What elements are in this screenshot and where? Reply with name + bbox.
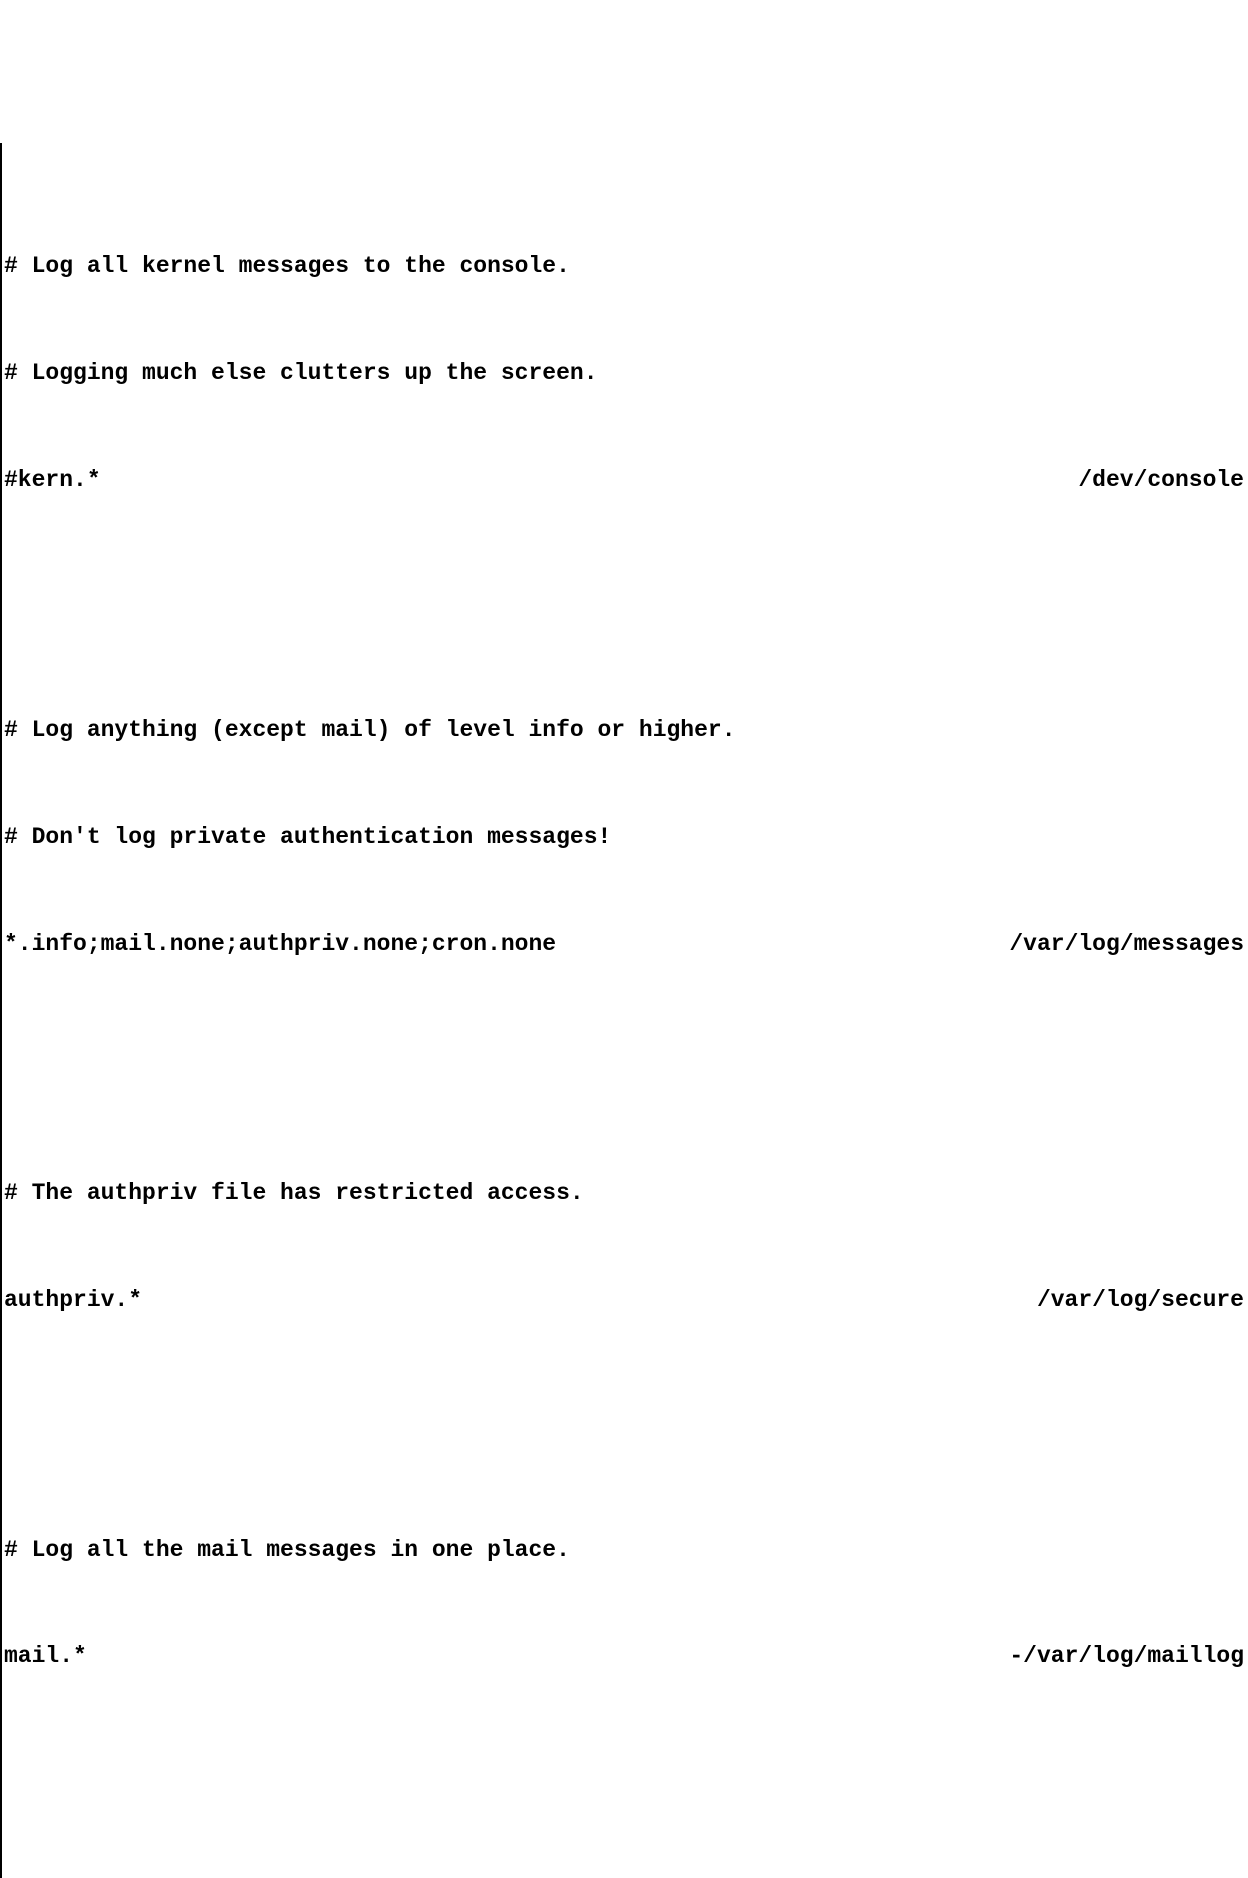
rule-target: /var/log/messages xyxy=(1009,927,1246,963)
comment-text: # Log all kernel messages to the console… xyxy=(4,249,570,285)
comment-line: # Log all the mail messages in one place… xyxy=(2,1533,1246,1569)
rule-selector: *.info;mail.none;authpriv.none;cron.none xyxy=(4,927,556,963)
rule-line: authpriv.* /var/log/secure xyxy=(2,1283,1246,1319)
comment-text: # Log anything (except mail) of level in… xyxy=(4,713,736,749)
rule-target: /var/log/secure xyxy=(1037,1283,1246,1319)
comment-text: # Don't log private authentication messa… xyxy=(4,820,611,856)
blank-line xyxy=(2,1853,1246,1878)
rule-line: #kern.* /dev/console xyxy=(2,463,1246,499)
rule-selector: mail.* xyxy=(4,1639,87,1675)
rule-selector: authpriv.* xyxy=(4,1283,142,1319)
rule-target: /dev/console xyxy=(1078,463,1246,499)
comment-line: # Log anything (except mail) of level in… xyxy=(2,713,1246,749)
comment-line: # Don't log private authentication messa… xyxy=(2,820,1246,856)
blank-line xyxy=(2,570,1246,606)
comment-text: # Logging much else clutters up the scre… xyxy=(4,356,598,392)
comment-text: # Log all the mail messages in one place… xyxy=(4,1533,570,1569)
blank-line xyxy=(2,1746,1246,1782)
comment-text: # The authpriv file has restricted acces… xyxy=(4,1176,584,1212)
rule-target: -/var/log/maillog xyxy=(1009,1639,1246,1675)
comment-line: # Log all kernel messages to the console… xyxy=(2,249,1246,285)
blank-line xyxy=(2,1034,1246,1070)
rule-line: *.info;mail.none;authpriv.none;cron.none… xyxy=(2,927,1246,963)
config-file-editor[interactable]: # Log all kernel messages to the console… xyxy=(0,143,1246,1878)
rule-line: mail.* -/var/log/maillog xyxy=(2,1639,1246,1675)
blank-line xyxy=(2,1390,1246,1426)
rule-selector: #kern.* xyxy=(4,463,101,499)
comment-line: # Logging much else clutters up the scre… xyxy=(2,356,1246,392)
comment-line: # The authpriv file has restricted acces… xyxy=(2,1176,1246,1212)
